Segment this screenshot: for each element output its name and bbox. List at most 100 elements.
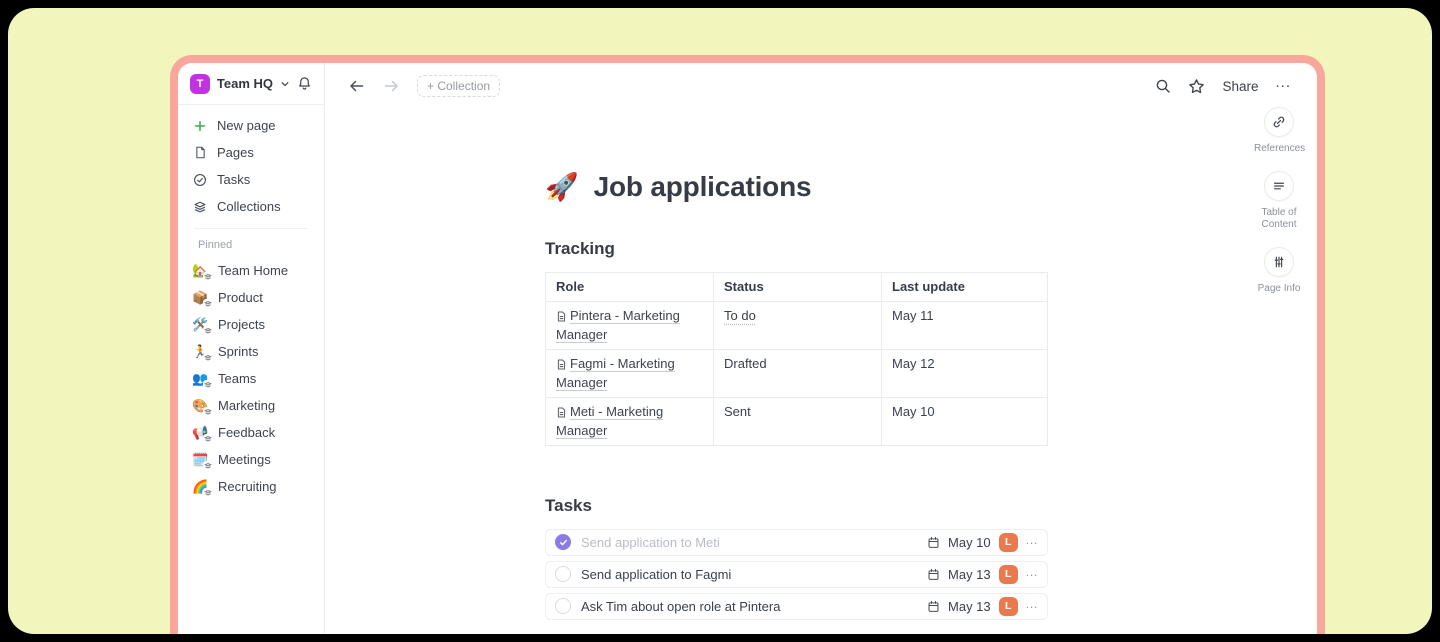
- rail-label: References: [1254, 143, 1304, 156]
- collection-badge-icon: [203, 272, 213, 282]
- topbar-actions: Share ...: [1155, 78, 1291, 95]
- team-home-emoji-icon: 🏡: [192, 262, 209, 279]
- sidebar-divider: [194, 228, 308, 229]
- role-link[interactable]: Fagmi - Marketing Manager: [556, 356, 675, 391]
- sidebar-item-meetings[interactable]: 🗓️ Meetings: [184, 446, 318, 473]
- task-more-icon[interactable]: ...: [1026, 564, 1038, 584]
- sidebar-nav: New page Pages Tasks: [178, 105, 324, 500]
- workspace-name: Team HQ: [217, 76, 273, 91]
- more-options-icon[interactable]: ...: [1275, 78, 1291, 94]
- recruiting-emoji-icon: 🌈: [192, 478, 209, 495]
- task-meta: May 13 L ...: [927, 596, 1038, 616]
- task-date[interactable]: May 13: [948, 599, 991, 614]
- marketing-emoji-icon: 🎨: [192, 397, 209, 414]
- star-icon[interactable]: [1188, 78, 1205, 95]
- tracking-table: Role Status Last update Pintera - Market…: [545, 272, 1048, 446]
- yellow-canvas: T Team HQ New page: [8, 8, 1432, 634]
- column-header-status[interactable]: Status: [714, 273, 882, 301]
- rail-item-table-of-content: Table of Content: [1254, 171, 1304, 232]
- assignee-badge[interactable]: L: [999, 597, 1018, 616]
- role-cell: Pintera - Marketing Manager: [546, 302, 714, 349]
- sidebar-item-new-page[interactable]: New page: [184, 112, 318, 139]
- sidebar-item-collections[interactable]: Collections: [184, 193, 318, 220]
- task-row: Send application to Fagmi May 13 L ...: [545, 561, 1048, 588]
- task-more-icon[interactable]: ...: [1026, 596, 1038, 616]
- role-link[interactable]: Pintera - Marketing Manager: [556, 308, 680, 343]
- role-link[interactable]: Meti - Marketing Manager: [556, 404, 663, 439]
- topbar: + Collection Share ...: [325, 63, 1317, 109]
- search-icon[interactable]: [1155, 78, 1171, 94]
- calendar-icon: [927, 536, 940, 549]
- product-emoji-icon: 📦: [192, 289, 209, 306]
- references-link-icon[interactable]: [1264, 107, 1294, 137]
- status-cell[interactable]: Drafted: [714, 350, 882, 397]
- status-cell[interactable]: To do: [714, 302, 882, 349]
- sidebar-item-label: Marketing: [218, 398, 275, 413]
- column-header-last-update[interactable]: Last update: [882, 273, 1049, 301]
- document-icon: [556, 357, 567, 375]
- last-update-cell[interactable]: May 11: [882, 302, 1049, 349]
- sidebar-item-feedback[interactable]: 📢 Feedback: [184, 419, 318, 446]
- pinned-section-label: Pinned: [184, 237, 318, 257]
- workspace-avatar[interactable]: T: [190, 74, 210, 94]
- collection-badge-icon: [203, 326, 213, 336]
- collection-badge-icon: [203, 380, 213, 390]
- sidebar-item-label: Tasks: [217, 172, 250, 187]
- checkbox-unchecked-icon[interactable]: [555, 598, 571, 614]
- checkbox-unchecked-icon[interactable]: [555, 566, 571, 582]
- sidebar-item-tasks[interactable]: Tasks: [184, 166, 318, 193]
- sidebar-item-label: Projects: [218, 317, 265, 332]
- sidebar-item-marketing[interactable]: 🎨 Marketing: [184, 392, 318, 419]
- table-row: Pintera - Marketing Manager To do May 11: [546, 302, 1047, 350]
- last-update-cell[interactable]: May 10: [882, 398, 1049, 445]
- check-circle-icon: [192, 173, 208, 187]
- sidebar-item-projects[interactable]: 🛠️ Projects: [184, 311, 318, 338]
- role-cell: Meti - Marketing Manager: [546, 398, 714, 445]
- sidebar-item-teams[interactable]: 👥 Teams: [184, 365, 318, 392]
- page-info-sliders-icon[interactable]: [1264, 247, 1294, 277]
- sidebar-item-label: New page: [217, 118, 276, 133]
- page-title: 🚀 Job applications: [545, 171, 1048, 203]
- page-icon: [192, 146, 208, 159]
- task-row: Ask Tim about open role at Pintera May 1…: [545, 593, 1048, 620]
- role-cell: Fagmi - Marketing Manager: [546, 350, 714, 397]
- sidebar-item-product[interactable]: 📦 Product: [184, 284, 318, 311]
- notifications-bell-icon[interactable]: [297, 76, 312, 91]
- sidebar-item-label: Sprints: [218, 344, 258, 359]
- checkbox-checked-icon[interactable]: [555, 534, 571, 550]
- task-date[interactable]: May 10: [948, 535, 991, 550]
- sidebar-item-sprints[interactable]: 🏃 Sprints: [184, 338, 318, 365]
- stack-icon: [192, 200, 208, 214]
- workspace-switcher[interactable]: T Team HQ: [178, 63, 324, 105]
- forward-arrow-icon[interactable]: [379, 74, 403, 98]
- table-row: Fagmi - Marketing Manager Drafted May 12: [546, 350, 1047, 398]
- sidebar-item-team-home[interactable]: 🏡 Team Home: [184, 257, 318, 284]
- task-more-icon[interactable]: ...: [1026, 532, 1038, 552]
- task-meta: May 13 L ...: [927, 564, 1038, 584]
- sidebar-item-recruiting[interactable]: 🌈 Recruiting: [184, 473, 318, 500]
- add-collection-chip[interactable]: + Collection: [417, 75, 500, 97]
- task-label: Ask Tim about open role at Pintera: [581, 599, 780, 614]
- share-button[interactable]: Share: [1222, 79, 1258, 94]
- sidebar-item-label: Product: [218, 290, 263, 305]
- last-update-cell[interactable]: May 12: [882, 350, 1049, 397]
- rail-item-references: References: [1254, 107, 1304, 156]
- calendar-icon: [927, 600, 940, 613]
- app-window-frame: T Team HQ New page: [170, 55, 1325, 634]
- task-row: Send application to Meti May 10 L ...: [545, 529, 1048, 556]
- task-label: Send application to Fagmi: [581, 567, 731, 582]
- column-header-role[interactable]: Role: [546, 273, 714, 301]
- page-content: 🚀 Job applications Tracking Role Status …: [545, 109, 1048, 634]
- collection-badge-icon: [203, 434, 213, 444]
- sidebar-item-pages[interactable]: Pages: [184, 139, 318, 166]
- assignee-badge[interactable]: L: [999, 533, 1018, 552]
- rail-item-page-info: Page Info: [1254, 247, 1304, 296]
- status-cell[interactable]: Sent: [714, 398, 882, 445]
- table-of-content-icon[interactable]: [1264, 171, 1294, 201]
- rocket-emoji-icon: 🚀: [545, 171, 579, 203]
- task-date[interactable]: May 13: [948, 567, 991, 582]
- meetings-emoji-icon: 🗓️: [192, 451, 209, 468]
- sidebar-item-label: Collections: [217, 199, 281, 214]
- assignee-badge[interactable]: L: [999, 565, 1018, 584]
- back-arrow-icon[interactable]: [345, 74, 369, 98]
